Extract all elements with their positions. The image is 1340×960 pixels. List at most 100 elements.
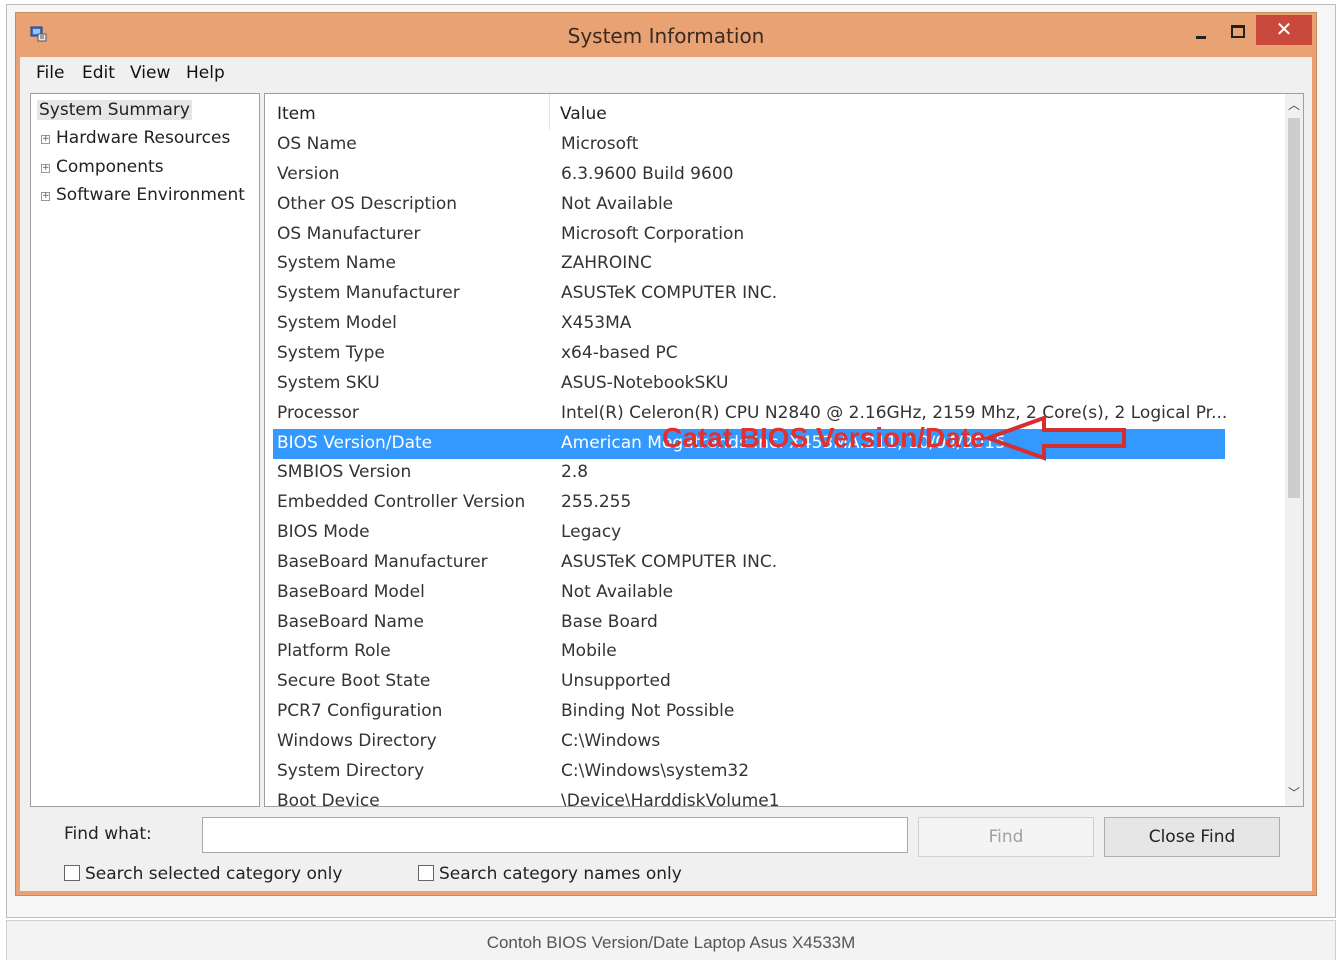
table-row[interactable]: Windows Directory C:\Windows xyxy=(273,727,1225,757)
row-value-cell: Mobile xyxy=(561,641,617,662)
table-row[interactable]: SMBIOS Version 2.8 xyxy=(273,458,1225,488)
category-tree[interactable]: System Summary + Hardware Resources + Comp… xyxy=(30,93,260,807)
row-item-cell: OS Name xyxy=(277,134,357,154)
row-value-cell: Unsupported xyxy=(561,671,671,692)
table-row[interactable]: Other OS Description Not Available xyxy=(273,190,1225,220)
table-row[interactable]: PCR7 Configuration Binding Not Possible xyxy=(273,697,1225,727)
tree-item-label: Components xyxy=(56,157,164,177)
checkbox-label: Search category names only xyxy=(439,864,682,884)
expand-icon[interactable]: + xyxy=(41,135,50,144)
row-value-cell: 6.3.9600 Build 9600 xyxy=(561,163,734,184)
table-row[interactable]: BaseBoard Name Base Board xyxy=(273,608,1225,638)
row-item-cell: BIOS Mode xyxy=(277,522,370,543)
row-value-cell: ASUSTeK COMPUTER INC. xyxy=(561,551,778,572)
menu-edit[interactable]: Edit xyxy=(82,63,115,83)
row-item-cell: System Type xyxy=(277,342,385,363)
row-item-cell: System Manufacturer xyxy=(277,283,460,304)
row-value-cell: C:\Windows xyxy=(561,731,661,751)
row-item-cell: Embedded Controller Version xyxy=(277,492,526,513)
row-value-cell: C:\Windows\system32 xyxy=(561,760,750,781)
find-button[interactable]: Find xyxy=(918,817,1094,857)
tree-item-components[interactable]: + Components xyxy=(41,157,164,177)
menu-file[interactable]: File xyxy=(36,63,64,83)
row-value-cell: ASUSTeK COMPUTER INC. xyxy=(561,283,778,304)
menu-view[interactable]: View xyxy=(130,63,170,83)
row-value-cell: Microsoft xyxy=(561,134,639,154)
tree-item-software-environment[interactable]: + Software Environment xyxy=(41,185,245,205)
search-category-names-checkbox[interactable]: Search category names only xyxy=(418,864,682,884)
checkbox-icon[interactable] xyxy=(418,865,434,881)
row-item-cell: BaseBoard Name xyxy=(277,611,424,632)
image-caption: Contoh BIOS Version/Date Laptop Asus X45… xyxy=(486,933,856,952)
expand-icon[interactable]: + xyxy=(41,192,50,201)
column-header-item[interactable]: Item xyxy=(277,104,316,124)
row-value-cell: Binding Not Possible xyxy=(561,701,735,722)
close-button[interactable]: ✕ xyxy=(1256,15,1312,45)
row-value-cell: Legacy xyxy=(561,522,622,543)
row-value-cell: x64-based PC xyxy=(561,342,678,363)
table-row[interactable]: Boot Device \Device\HarddiskVolume1 xyxy=(273,787,1225,807)
row-value-cell: 2.8 xyxy=(561,462,589,483)
table-row[interactable]: System SKU ASUS-NotebookSKU xyxy=(273,369,1225,399)
row-item-cell: Processor xyxy=(277,402,359,423)
row-item-cell: Boot Device xyxy=(277,790,380,807)
window-client-area: File Edit View Help System Summary + Hard… xyxy=(20,57,1312,891)
table-row[interactable]: System Manufacturer ASUSTeK COMPUTER INC. xyxy=(273,279,1225,309)
table-row[interactable]: BaseBoard Model Not Available xyxy=(273,578,1225,608)
row-item-cell: SMBIOS Version xyxy=(277,462,412,483)
row-value-cell: Not Available xyxy=(561,581,674,602)
table-row[interactable]: System Name ZAHROINC xyxy=(273,249,1225,279)
table-row[interactable]: OS Name Microsoft xyxy=(273,130,1225,160)
minimize-button[interactable] xyxy=(1186,17,1216,45)
vertical-scrollbar[interactable]: ︿ ﹀ xyxy=(1285,94,1303,806)
row-value-cell: Microsoft Corporation xyxy=(561,223,745,244)
row-item-cell: Other OS Description xyxy=(277,193,458,214)
table-row[interactable]: System Type x64-based PC xyxy=(273,339,1225,369)
row-item-cell: System SKU xyxy=(277,372,380,393)
title-bar[interactable]: System Information ✕ xyxy=(16,13,1316,57)
row-item-cell: BaseBoard Model xyxy=(277,581,425,602)
table-row[interactable]: BIOS Mode Legacy xyxy=(273,518,1225,548)
annotation-callout: Catat BIOS Version/Date xyxy=(662,422,986,453)
table-row[interactable]: Embedded Controller Version 255.255 xyxy=(273,488,1225,518)
menu-bar: File Edit View Help xyxy=(20,57,1312,87)
row-item-cell: System Model xyxy=(277,313,397,334)
tree-item-system-summary[interactable]: System Summary xyxy=(37,100,192,120)
row-item-cell: System Name xyxy=(277,253,396,274)
row-value-cell: \Device\HarddiskVolume1 xyxy=(561,790,780,807)
row-value-cell: 255.255 xyxy=(561,492,632,513)
row-value-cell: Not Available xyxy=(561,193,674,214)
window-title: System Information xyxy=(567,24,765,48)
row-item-cell: Platform Role xyxy=(277,641,391,662)
checkbox-label: Search selected category only xyxy=(85,864,343,884)
tree-item-hardware-resources[interactable]: + Hardware Resources xyxy=(41,128,230,148)
table-row[interactable]: BaseBoard Manufacturer ASUSTeK COMPUTER I… xyxy=(273,548,1225,578)
row-item-cell: BIOS Version/Date xyxy=(277,432,433,453)
menu-help[interactable]: Help xyxy=(186,63,225,83)
find-what-label: Find what: xyxy=(64,824,152,844)
maximize-button[interactable] xyxy=(1222,17,1252,45)
checkbox-icon[interactable] xyxy=(64,865,80,881)
column-divider[interactable] xyxy=(549,94,550,130)
row-item-cell: BaseBoard Manufacturer xyxy=(277,551,488,572)
scroll-thumb[interactable] xyxy=(1288,118,1300,498)
red-arrow-icon xyxy=(984,415,1126,461)
table-row[interactable]: Secure Boot State Unsupported xyxy=(273,667,1225,697)
scroll-up-arrow-icon[interactable]: ︿ xyxy=(1285,96,1303,114)
column-header-value[interactable]: Value xyxy=(560,104,607,124)
row-value-cell: ASUS-NotebookSKU xyxy=(561,372,729,393)
search-selected-category-checkbox[interactable]: Search selected category only xyxy=(64,864,342,884)
find-what-input[interactable] xyxy=(202,817,908,853)
table-row[interactable]: Platform Role Mobile xyxy=(273,637,1225,667)
row-value-cell: X453MA xyxy=(561,313,632,334)
table-row[interactable]: OS Manufacturer Microsoft Corporation xyxy=(273,220,1225,250)
row-item-cell: Windows Directory xyxy=(277,731,437,751)
row-item-cell: OS Manufacturer xyxy=(277,223,421,244)
table-row[interactable]: Version 6.3.9600 Build 9600 xyxy=(273,160,1225,190)
table-row[interactable]: System Directory C:\Windows\system32 xyxy=(273,757,1225,787)
table-row[interactable]: System Model X453MA xyxy=(273,309,1225,339)
close-find-button[interactable]: Close Find xyxy=(1104,817,1280,857)
expand-icon[interactable]: + xyxy=(41,164,50,173)
scroll-down-arrow-icon[interactable]: ﹀ xyxy=(1285,784,1303,802)
row-value-cell: Base Board xyxy=(561,611,658,632)
